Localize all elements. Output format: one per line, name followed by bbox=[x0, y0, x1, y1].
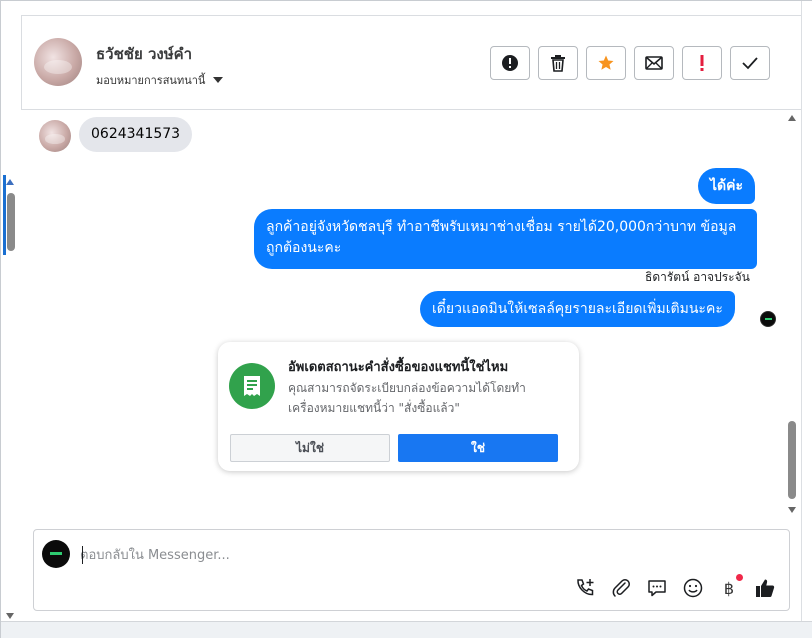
baht-payment-icon: ฿ bbox=[723, 578, 735, 598]
like-button[interactable] bbox=[753, 576, 777, 600]
incoming-message[interactable]: 0624341573 bbox=[79, 117, 193, 152]
scroll-up-icon[interactable] bbox=[788, 115, 796, 121]
scroll-down-icon[interactable] bbox=[6, 613, 14, 619]
left-scrollbar[interactable] bbox=[3, 173, 17, 623]
outgoing-message[interactable]: ได้ค่ะ bbox=[698, 168, 756, 204]
conversation-toolbar bbox=[490, 46, 770, 80]
composer-toolbar: ฿ bbox=[573, 574, 777, 600]
attachment-icon bbox=[612, 578, 631, 597]
exclamation-icon bbox=[700, 55, 704, 71]
reply-input[interactable] bbox=[80, 544, 760, 566]
exclamation-circle-icon bbox=[502, 55, 518, 71]
scroll-up-icon[interactable] bbox=[6, 179, 14, 185]
contact-name[interactable]: ธวัชชัย วงษ์คำ bbox=[96, 42, 192, 66]
text-cursor bbox=[82, 546, 83, 564]
order-status-prompt: อัพเดตสถานะคำสั่งซื้อของแชทนี้ใช่ไหม คุณ… bbox=[218, 342, 579, 471]
sender-name: ธิดารัตน์ อาจประจัน bbox=[645, 270, 750, 284]
outgoing-message[interactable]: ลูกค้าอยู่จังหวัดชลบุรี ทำอาชีพรับเหมาช่… bbox=[254, 209, 757, 269]
thumbs-up-icon bbox=[756, 579, 775, 597]
follow-up-button[interactable] bbox=[682, 46, 722, 80]
done-button[interactable] bbox=[730, 46, 770, 80]
unread-button[interactable] bbox=[634, 46, 674, 80]
delete-button[interactable] bbox=[538, 46, 578, 80]
prompt-title: อัพเดตสถานะคำสั่งซื้อของแชทนี้ใช่ไหม bbox=[288, 360, 509, 375]
seen-avatar bbox=[760, 311, 776, 327]
star-button[interactable] bbox=[586, 46, 626, 80]
outgoing-message[interactable]: เดี๋ยวแอดมินให้เซลล์คุยรายละเอียดเพิ่มเต… bbox=[420, 291, 735, 327]
scrollbar-thumb[interactable] bbox=[788, 421, 796, 499]
emoji-button[interactable] bbox=[681, 576, 705, 600]
receipt-icon bbox=[229, 363, 275, 409]
message-thread: 0624341573 ได้ค่ะ ลูกค้าอยู่จังหวัดชลบุร… bbox=[21, 111, 785, 521]
notification-dot bbox=[736, 574, 743, 581]
window-edge bbox=[801, 1, 812, 638]
contact-avatar[interactable] bbox=[34, 38, 82, 86]
prompt-description: คุณสามารถจัดระเบียบกล่องข้อความได้โดยทำเ… bbox=[288, 381, 526, 415]
window-bottom-bar bbox=[1, 621, 812, 638]
call-add-icon bbox=[577, 579, 594, 596]
assign-label: มอบหมายการสนทนานี้ bbox=[96, 74, 206, 87]
yes-button[interactable]: ใช่ bbox=[398, 434, 558, 462]
chevron-down-icon bbox=[213, 77, 224, 83]
check-icon bbox=[742, 57, 758, 70]
scroll-down-icon[interactable] bbox=[788, 507, 796, 513]
star-icon bbox=[598, 55, 614, 70]
reply-composer: ฿ bbox=[33, 529, 790, 611]
assign-conversation-dropdown[interactable]: มอบหมายการสนทนานี้ bbox=[96, 71, 224, 89]
thread-scrollbar[interactable] bbox=[785, 111, 799, 521]
emoji-icon bbox=[683, 578, 703, 598]
scrollbar-thumb[interactable] bbox=[7, 193, 15, 251]
conversation-header: ธวัชชัย วงษ์คำ มอบหมายการสนทนานี้ bbox=[21, 15, 801, 110]
trash-icon bbox=[551, 55, 565, 72]
envelope-icon bbox=[645, 56, 663, 70]
messenger-window: ธวัชชัย วงษ์คำ มอบหมายการสนทนานี้ 062434… bbox=[0, 0, 812, 638]
page-avatar bbox=[42, 540, 70, 568]
spam-button[interactable] bbox=[490, 46, 530, 80]
saved-reply-icon bbox=[648, 580, 666, 597]
no-button[interactable]: ไม่ใช่ bbox=[230, 434, 390, 462]
saved-reply-button[interactable] bbox=[645, 576, 669, 600]
sender-avatar bbox=[39, 120, 71, 152]
attachment-button[interactable] bbox=[609, 576, 633, 600]
payment-button[interactable]: ฿ bbox=[717, 574, 743, 600]
active-marker bbox=[3, 175, 6, 255]
call-add-button[interactable] bbox=[573, 576, 597, 600]
